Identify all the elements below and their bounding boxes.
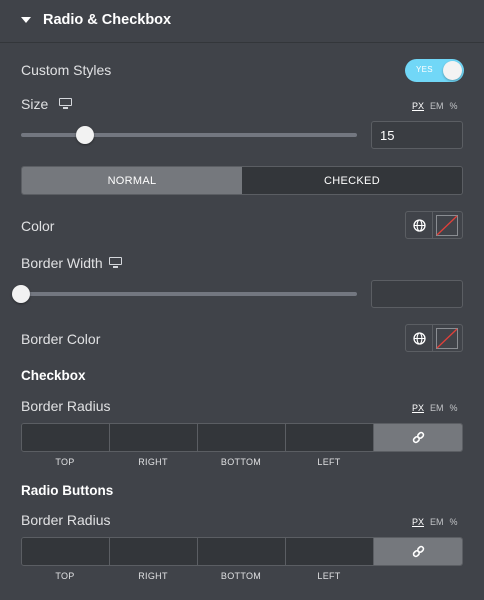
radius-bottom-input[interactable] xyxy=(198,538,286,565)
side-label-right: RIGHT xyxy=(138,457,168,467)
border-width-slider-track[interactable] xyxy=(21,292,357,296)
link-values-button[interactable] xyxy=(374,538,462,565)
side-label-left: LEFT xyxy=(317,457,341,467)
side-label-top: TOP xyxy=(55,571,75,581)
border-width-label: Border Width xyxy=(21,255,103,271)
size-slider-handle[interactable] xyxy=(76,126,94,144)
custom-styles-label: Custom Styles xyxy=(21,62,112,78)
border-color-picker-group xyxy=(405,324,463,352)
tab-checked[interactable]: CHECKED xyxy=(242,167,462,194)
radio-radius-dimensions xyxy=(21,537,463,566)
global-colors-button[interactable] xyxy=(406,212,433,238)
desktop-monitor-icon[interactable] xyxy=(109,257,122,268)
checkbox-heading: Checkbox xyxy=(21,368,86,383)
unit-em[interactable]: EM xyxy=(430,101,444,111)
checkbox-dimension-labels: TOP RIGHT BOTTOM LEFT xyxy=(21,457,463,467)
link-icon xyxy=(412,545,424,558)
border-width-slider-handle[interactable] xyxy=(12,285,30,303)
color-label: Color xyxy=(21,218,55,234)
unit-percent[interactable]: % xyxy=(450,403,458,413)
border-width-input[interactable] xyxy=(371,280,463,308)
size-label: Size xyxy=(21,96,49,112)
radio-border-radius-label: Border Radius xyxy=(21,512,111,528)
side-label-bottom: BOTTOM xyxy=(220,571,262,581)
border-color-swatch[interactable] xyxy=(433,325,462,351)
toggle-knob xyxy=(443,61,462,80)
no-color-icon xyxy=(436,215,458,236)
radius-left-input[interactable] xyxy=(286,538,374,565)
state-tabs: NORMAL CHECKED xyxy=(21,166,463,195)
side-label-bottom: BOTTOM xyxy=(220,457,262,467)
radius-top-input[interactable] xyxy=(22,424,110,451)
radius-left-input[interactable] xyxy=(286,424,374,451)
radius-top-input[interactable] xyxy=(22,538,110,565)
radio-radius-units: PX EM % xyxy=(412,517,458,527)
tab-normal[interactable]: NORMAL xyxy=(22,167,242,194)
size-slider-track[interactable] xyxy=(21,133,357,137)
side-label-top: TOP xyxy=(55,457,75,467)
size-value-input[interactable] xyxy=(371,121,463,149)
radius-right-input[interactable] xyxy=(110,538,198,565)
unit-percent[interactable]: % xyxy=(450,517,458,527)
unit-em[interactable]: EM xyxy=(430,517,444,527)
checkbox-radius-dimensions xyxy=(21,423,463,452)
size-units: PX EM % xyxy=(412,101,458,111)
checkbox-radius-units: PX EM % xyxy=(412,403,458,413)
no-color-icon xyxy=(436,328,458,349)
toggle-text: YES xyxy=(416,65,433,74)
unit-px[interactable]: PX xyxy=(412,101,424,111)
section-header[interactable]: Radio & Checkbox xyxy=(0,0,484,43)
radio-buttons-heading: Radio Buttons xyxy=(21,483,114,498)
radius-right-input[interactable] xyxy=(110,424,198,451)
global-colors-button[interactable] xyxy=(406,325,433,351)
unit-px[interactable]: PX xyxy=(412,517,424,527)
radio-dimension-labels: TOP RIGHT BOTTOM LEFT xyxy=(21,571,463,581)
color-picker-group xyxy=(405,211,463,239)
caret-down-icon[interactable] xyxy=(21,17,31,23)
globe-icon xyxy=(412,331,426,345)
unit-px[interactable]: PX xyxy=(412,403,424,413)
link-icon xyxy=(412,431,424,444)
color-swatch[interactable] xyxy=(433,212,462,238)
side-label-left: LEFT xyxy=(317,571,341,581)
checkbox-border-radius-label: Border Radius xyxy=(21,398,111,414)
radius-bottom-input[interactable] xyxy=(198,424,286,451)
border-color-label: Border Color xyxy=(21,331,101,347)
globe-icon xyxy=(412,218,426,232)
desktop-monitor-icon[interactable] xyxy=(59,98,72,109)
unit-percent[interactable]: % xyxy=(450,101,458,111)
side-label-right: RIGHT xyxy=(138,571,168,581)
custom-styles-toggle[interactable]: YES xyxy=(405,59,464,82)
unit-em[interactable]: EM xyxy=(430,403,444,413)
link-values-button[interactable] xyxy=(374,424,462,451)
section-title: Radio & Checkbox xyxy=(43,12,172,28)
